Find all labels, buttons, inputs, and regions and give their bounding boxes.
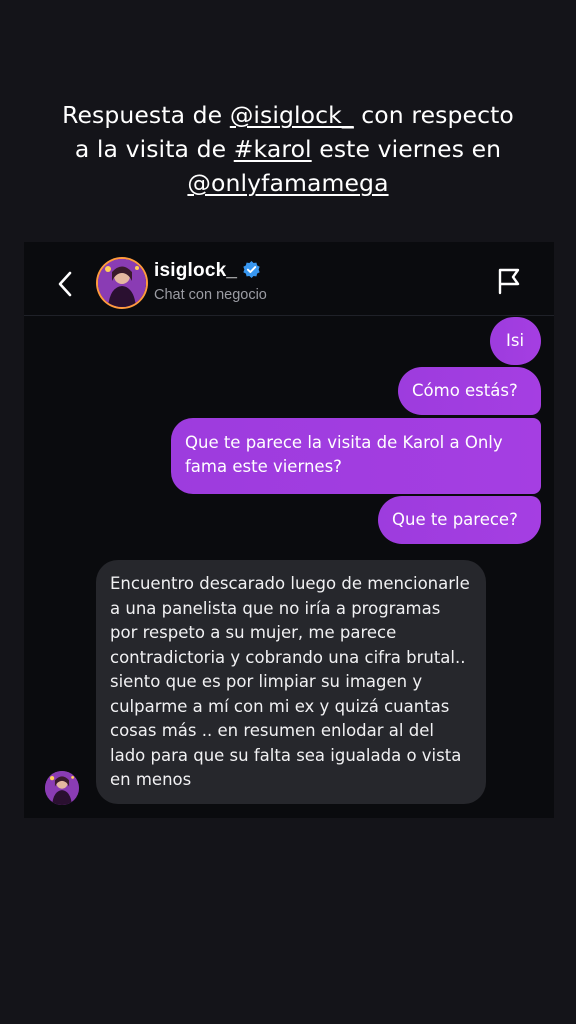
caption-mention-onlyfamamega[interactable]: @onlyfamamega [187,169,388,197]
chat-subtitle: Chat con negocio [154,287,267,303]
back-button[interactable] [54,269,78,299]
avatar[interactable] [98,259,146,307]
outgoing-message[interactable]: Cómo estás? [398,367,541,415]
caption-text: Respuesta de [62,101,230,129]
story-caption: Respuesta de @isiglock_ con respecto a l… [20,98,556,200]
chevron-left-icon [58,271,72,297]
avatar-image [45,771,79,805]
caption-line-2: a la visita de #karol este viernes en [20,132,556,166]
chat-username[interactable]: isiglock_ [154,260,261,282]
report-button[interactable] [496,266,522,296]
verified-badge-icon [243,260,260,279]
incoming-message[interactable]: Encuentro descarado luego de mencionarle… [96,560,486,804]
caption-line-3: @onlyfamamega [20,166,556,200]
sender-avatar[interactable] [45,771,79,805]
chat-screenshot: isiglock_ Chat con negocio Isi Cómo está… [24,242,554,818]
username-text: isiglock_ [154,260,238,281]
caption-hashtag-karol[interactable]: #karol [234,135,312,163]
caption-mention-isiglock[interactable]: @isiglock_ [230,101,354,129]
outgoing-message[interactable]: Isi [490,317,541,365]
caption-text: con respecto [353,101,514,129]
outgoing-message[interactable]: Que te parece la visita de Karol a Only … [171,418,541,494]
flag-icon [498,268,520,295]
caption-line-1: Respuesta de @isiglock_ con respecto [20,98,556,132]
outgoing-message[interactable]: Que te parece? [378,496,541,544]
caption-text: este viernes en [311,135,502,163]
avatar-image [98,259,146,307]
chat-header: isiglock_ Chat con negocio [24,242,554,316]
caption-text: a la visita de [74,135,234,163]
